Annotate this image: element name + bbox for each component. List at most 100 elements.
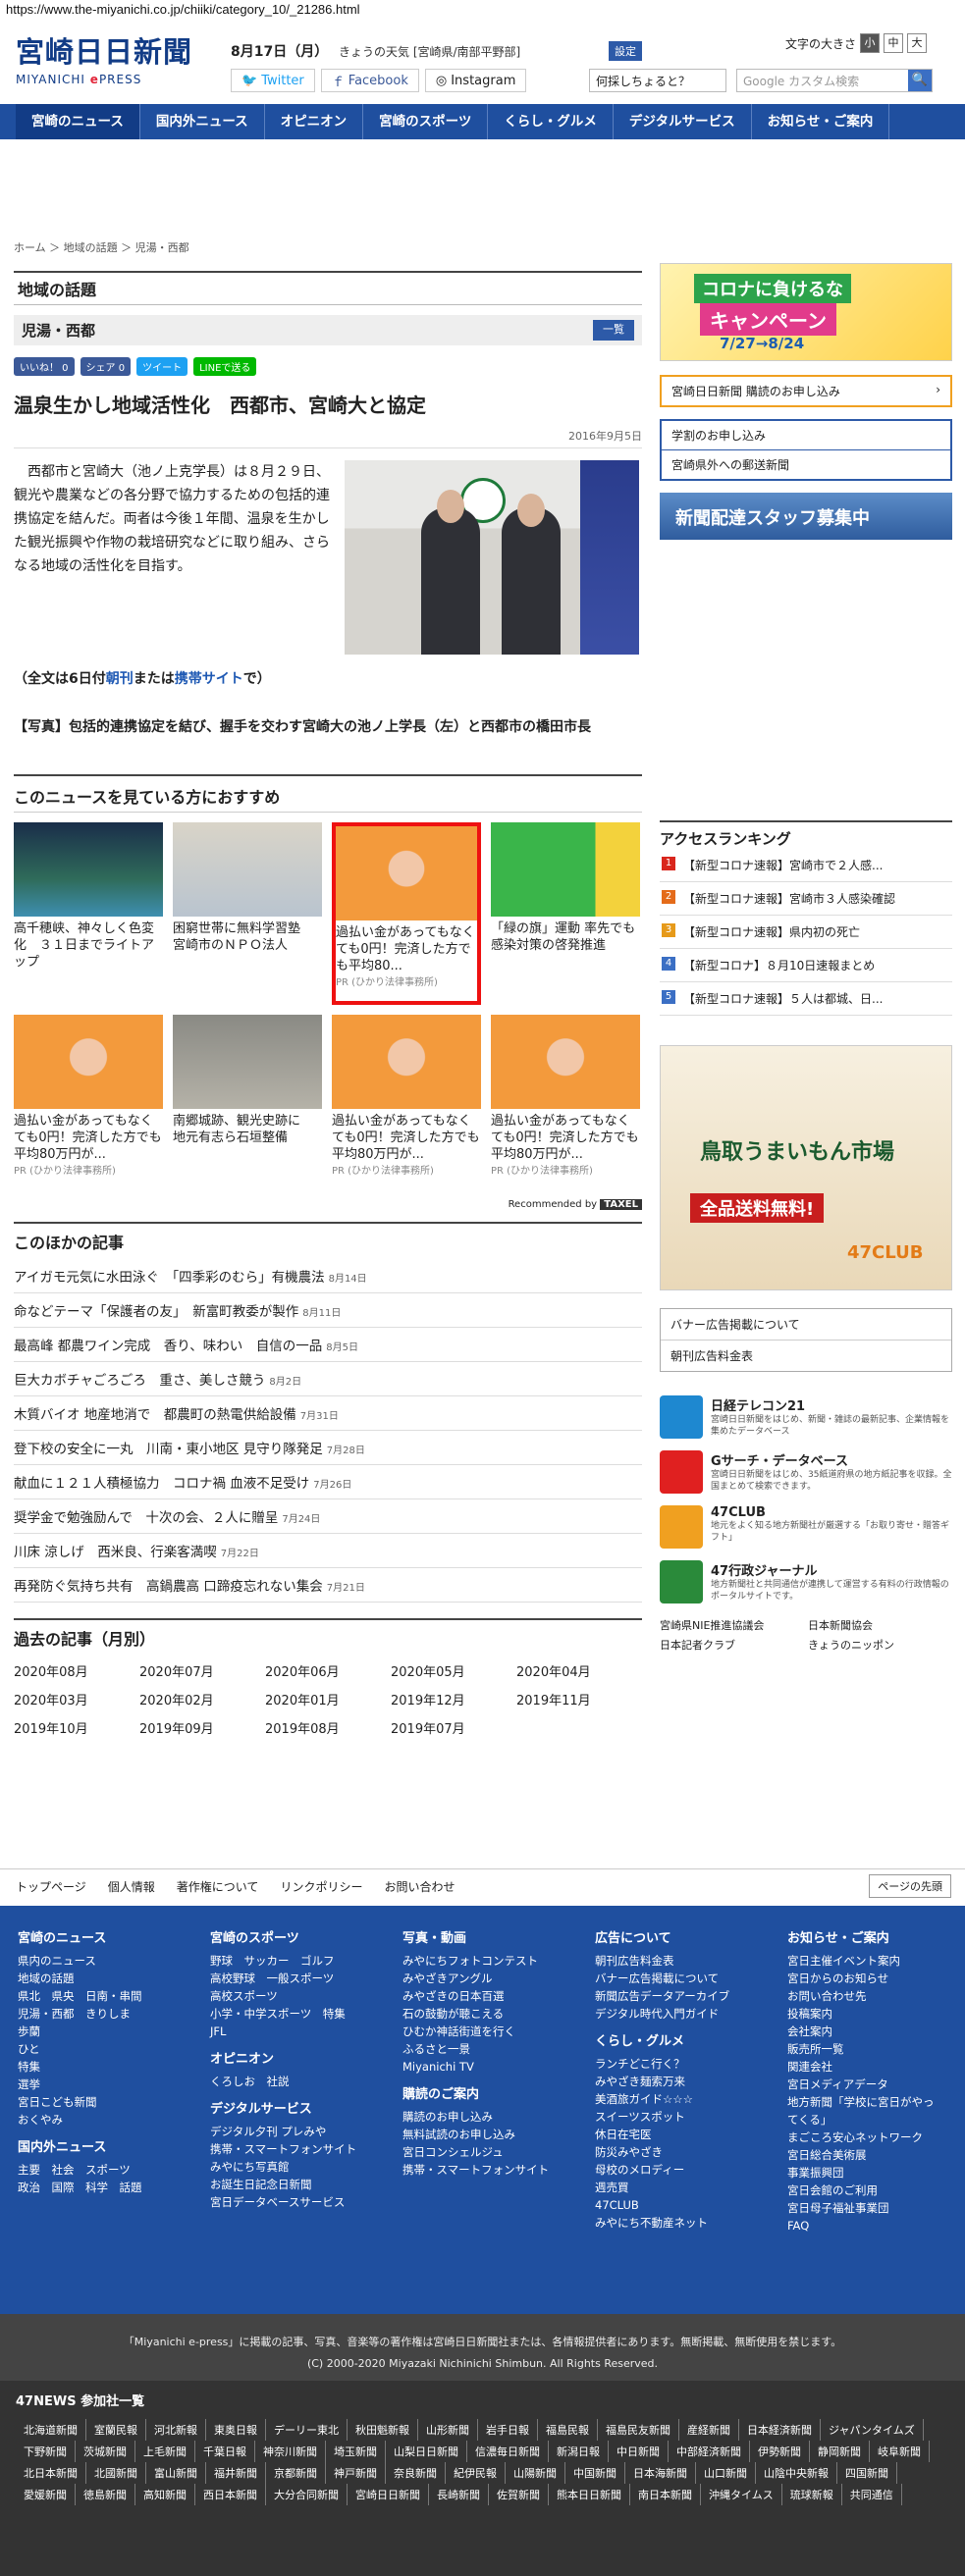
recommend-card-ad[interactable]: 過払い金があってもなくても0円！完済した方でも平均80万円が... PR (ひかり… bbox=[332, 1015, 481, 1197]
month-link[interactable]: 2020年08月 bbox=[14, 1661, 139, 1680]
footer-link[interactable]: バナー広告掲載について bbox=[595, 1970, 752, 1987]
member-paper-link[interactable]: 奈良新聞 bbox=[386, 2462, 446, 2484]
member-paper-link[interactable]: 福島民報 bbox=[538, 2419, 598, 2441]
member-paper-link[interactable]: 産経新聞 bbox=[679, 2419, 739, 2441]
month-link[interactable]: 2020年05月 bbox=[391, 1661, 516, 1680]
member-paper-link[interactable]: 北國新聞 bbox=[86, 2462, 146, 2484]
member-paper-link[interactable]: 神奈川新聞 bbox=[255, 2441, 326, 2462]
footer-link[interactable]: 無料試読のお申し込み bbox=[402, 2126, 560, 2143]
instagram-link[interactable]: ◎ Instagram bbox=[424, 69, 527, 92]
member-paper-link[interactable]: 琉球新報 bbox=[782, 2484, 842, 2505]
member-paper-link[interactable]: 京都新聞 bbox=[266, 2462, 326, 2484]
footer-heading[interactable]: オピニオン bbox=[210, 2048, 367, 2067]
member-paper-link[interactable]: 大分合同新聞 bbox=[266, 2484, 348, 2505]
footer-link[interactable]: 宮日会館のご利用 bbox=[787, 2182, 944, 2199]
month-link[interactable]: 2019年07月 bbox=[391, 1718, 516, 1737]
footer-link[interactable]: 宮日メディアデータ bbox=[787, 2076, 944, 2093]
member-paper-link[interactable]: 南日本新聞 bbox=[630, 2484, 701, 2505]
facebook-like-button[interactable]: いいね！ 0 bbox=[14, 357, 75, 376]
article-photo[interactable] bbox=[345, 460, 639, 655]
footer-link[interactable]: 著作権について bbox=[177, 1878, 259, 1895]
line-button[interactable]: LINEで送る bbox=[193, 357, 257, 376]
member-paper-link[interactable]: 山口新聞 bbox=[696, 2462, 756, 2484]
footer-link[interactable]: お問い合わせ先 bbox=[787, 1987, 944, 2005]
footer-link[interactable]: 母校のメロディー bbox=[595, 2161, 752, 2179]
month-link[interactable]: 2019年10月 bbox=[14, 1718, 139, 1737]
footer-link[interactable]: お誕生日記念日新聞 bbox=[210, 2176, 367, 2193]
footer-link[interactable]: 石の鼓動が聴こえる bbox=[402, 2005, 560, 2023]
footer-link[interactable]: 野球 サッカー ゴルフ bbox=[210, 1952, 367, 1970]
member-paper-link[interactable]: 東奥日報 bbox=[206, 2419, 266, 2441]
recommended-by[interactable]: Recommended by TAXEL bbox=[14, 1199, 642, 1210]
member-paper-link[interactable]: 北日本新聞 bbox=[16, 2462, 86, 2484]
member-paper-link[interactable]: 下野新聞 bbox=[16, 2441, 76, 2462]
member-paper-link[interactable]: ジャパンタイムズ bbox=[821, 2419, 924, 2441]
member-paper-link[interactable]: 茨城新聞 bbox=[76, 2441, 135, 2462]
footer-link[interactable]: みやにち写真館 bbox=[210, 2158, 367, 2176]
footer-heading[interactable]: 宮崎のニュース bbox=[18, 1927, 175, 1946]
member-paper-link[interactable]: 徳島新聞 bbox=[76, 2484, 135, 2505]
member-paper-link[interactable]: 富山新聞 bbox=[146, 2462, 206, 2484]
footer-link[interactable]: 宮日母子福祉事業団 bbox=[787, 2199, 944, 2217]
member-paper-link[interactable]: 岩手日報 bbox=[478, 2419, 538, 2441]
member-paper-link[interactable]: 千葉日報 bbox=[195, 2441, 255, 2462]
footer-heading[interactable]: デジタルサービス bbox=[210, 2098, 367, 2117]
nav-item[interactable]: 宮崎のニュース bbox=[16, 104, 140, 139]
footer-link[interactable]: 携帯・スマートフォンサイト bbox=[402, 2161, 560, 2179]
member-paper-link[interactable]: 中日新聞 bbox=[609, 2441, 669, 2462]
footer-link[interactable]: 宮日主催イベント案内 bbox=[787, 1952, 944, 1970]
footer-link[interactable]: 小学・中学スポーツ 特集 bbox=[210, 2005, 367, 2023]
footer-heading[interactable]: 広告について bbox=[595, 1927, 752, 1946]
footer-link[interactable]: FAQ bbox=[787, 2217, 944, 2234]
list-item[interactable]: 再発防ぐ気持ち共有 高鍋農高 口蹄疫忘れない集会 7月21日 bbox=[14, 1568, 642, 1603]
footer-link[interactable]: ひと bbox=[18, 2040, 175, 2058]
member-paper-link[interactable]: 中国新聞 bbox=[565, 2462, 625, 2484]
footer-link[interactable]: 新聞広告データアーカイブ bbox=[595, 1987, 752, 2005]
month-link[interactable]: 2020年02月 bbox=[139, 1690, 265, 1709]
nav-item[interactable]: お知らせ・ご案内 bbox=[752, 104, 890, 139]
member-paper-link[interactable]: 静岡新聞 bbox=[810, 2441, 870, 2462]
footer-link[interactable]: 投稿案内 bbox=[787, 2005, 944, 2023]
ad-rates-link[interactable]: 朝刊広告料金表 bbox=[661, 1341, 951, 1371]
recommend-card-ad[interactable]: 過払い金があってもなくても0円！完済した方でも平均80万円が... PR (ひかり… bbox=[491, 1015, 640, 1197]
member-paper-link[interactable]: 山梨日日新聞 bbox=[386, 2441, 467, 2462]
month-link[interactable]: 2020年04月 bbox=[516, 1661, 642, 1680]
search-input[interactable]: Google カスタム検索 bbox=[737, 70, 908, 91]
month-link[interactable]: 2019年09月 bbox=[139, 1718, 265, 1737]
footer-link[interactable]: 宮日データベースサービス bbox=[210, 2193, 367, 2211]
recommend-card[interactable]: 高千穂峡、神々しく色変化 ３１日までライトアップ bbox=[14, 822, 163, 1005]
month-link[interactable]: 2019年08月 bbox=[265, 1718, 391, 1737]
member-paper-link[interactable]: 日本海新聞 bbox=[625, 2462, 696, 2484]
nav-item[interactable]: 宮崎のスポーツ bbox=[363, 104, 489, 139]
footer-link[interactable]: 政治 国際 科学 話題 bbox=[18, 2179, 175, 2196]
member-paper-link[interactable]: 室蘭民報 bbox=[86, 2419, 146, 2441]
footer-link[interactable]: 宮日からのお知らせ bbox=[787, 1970, 944, 1987]
service-item[interactable]: 47行政ジャーナル 地方新聞社と共同通信が連携して運営する有料の行政情報のポータル… bbox=[660, 1560, 952, 1603]
footer-link[interactable]: 県北 県央 日南・串間 bbox=[18, 1987, 175, 2005]
service-item[interactable]: 日経テレコン21 宮崎日日新聞をはじめ、新聞・雑誌の最新記事、企業情報を集めたデー… bbox=[660, 1395, 952, 1439]
footer-link[interactable]: 宮日総合美術展 bbox=[787, 2146, 944, 2164]
tweet-button[interactable]: ツイート bbox=[136, 357, 188, 376]
member-paper-link[interactable]: 山陰中央新報 bbox=[756, 2462, 837, 2484]
footer-link[interactable]: JFL bbox=[210, 2023, 367, 2040]
footer-link[interactable]: みやざき麺索万来 bbox=[595, 2073, 752, 2090]
mail-delivery-link[interactable]: 宮崎県外への郵送新聞 bbox=[662, 450, 950, 479]
nav-item[interactable]: 国内外ニュース bbox=[140, 104, 265, 139]
nav-item[interactable]: オピニオン bbox=[265, 104, 364, 139]
footer-link[interactable]: 週売買 bbox=[595, 2179, 752, 2196]
footer-link[interactable]: ふるさと一景 bbox=[402, 2040, 560, 2058]
member-paper-link[interactable]: 福井新聞 bbox=[206, 2462, 266, 2484]
member-paper-link[interactable]: 愛媛新聞 bbox=[16, 2484, 76, 2505]
ranking-item[interactable]: 1 【新型コロナ速報】宮崎市で２人感... bbox=[660, 849, 952, 882]
footer-link[interactable]: 防災みやざき bbox=[595, 2143, 752, 2161]
footer-link[interactable]: みやざきアングル bbox=[402, 1970, 560, 1987]
search-box[interactable]: Google カスタム検索 🔍 bbox=[736, 69, 933, 92]
member-paper-link[interactable]: 中部経済新聞 bbox=[669, 2441, 750, 2462]
search-icon[interactable]: 🔍 bbox=[908, 70, 932, 91]
recommend-card-ad[interactable]: 過払い金があってもなくても0円！完済した方でも平均80... PR (ひかり法律事… bbox=[332, 822, 481, 1005]
month-link[interactable]: 2020年03月 bbox=[14, 1690, 139, 1709]
page-top-button[interactable]: ページの先頭 bbox=[869, 1874, 951, 1898]
footer-link[interactable]: まごころ安心ネットワーク bbox=[787, 2129, 944, 2146]
site-logo[interactable]: 宮崎日日新聞 MIYANICHI ePRESS bbox=[16, 29, 202, 92]
footer-heading[interactable]: 国内外ニュース bbox=[18, 2136, 175, 2155]
